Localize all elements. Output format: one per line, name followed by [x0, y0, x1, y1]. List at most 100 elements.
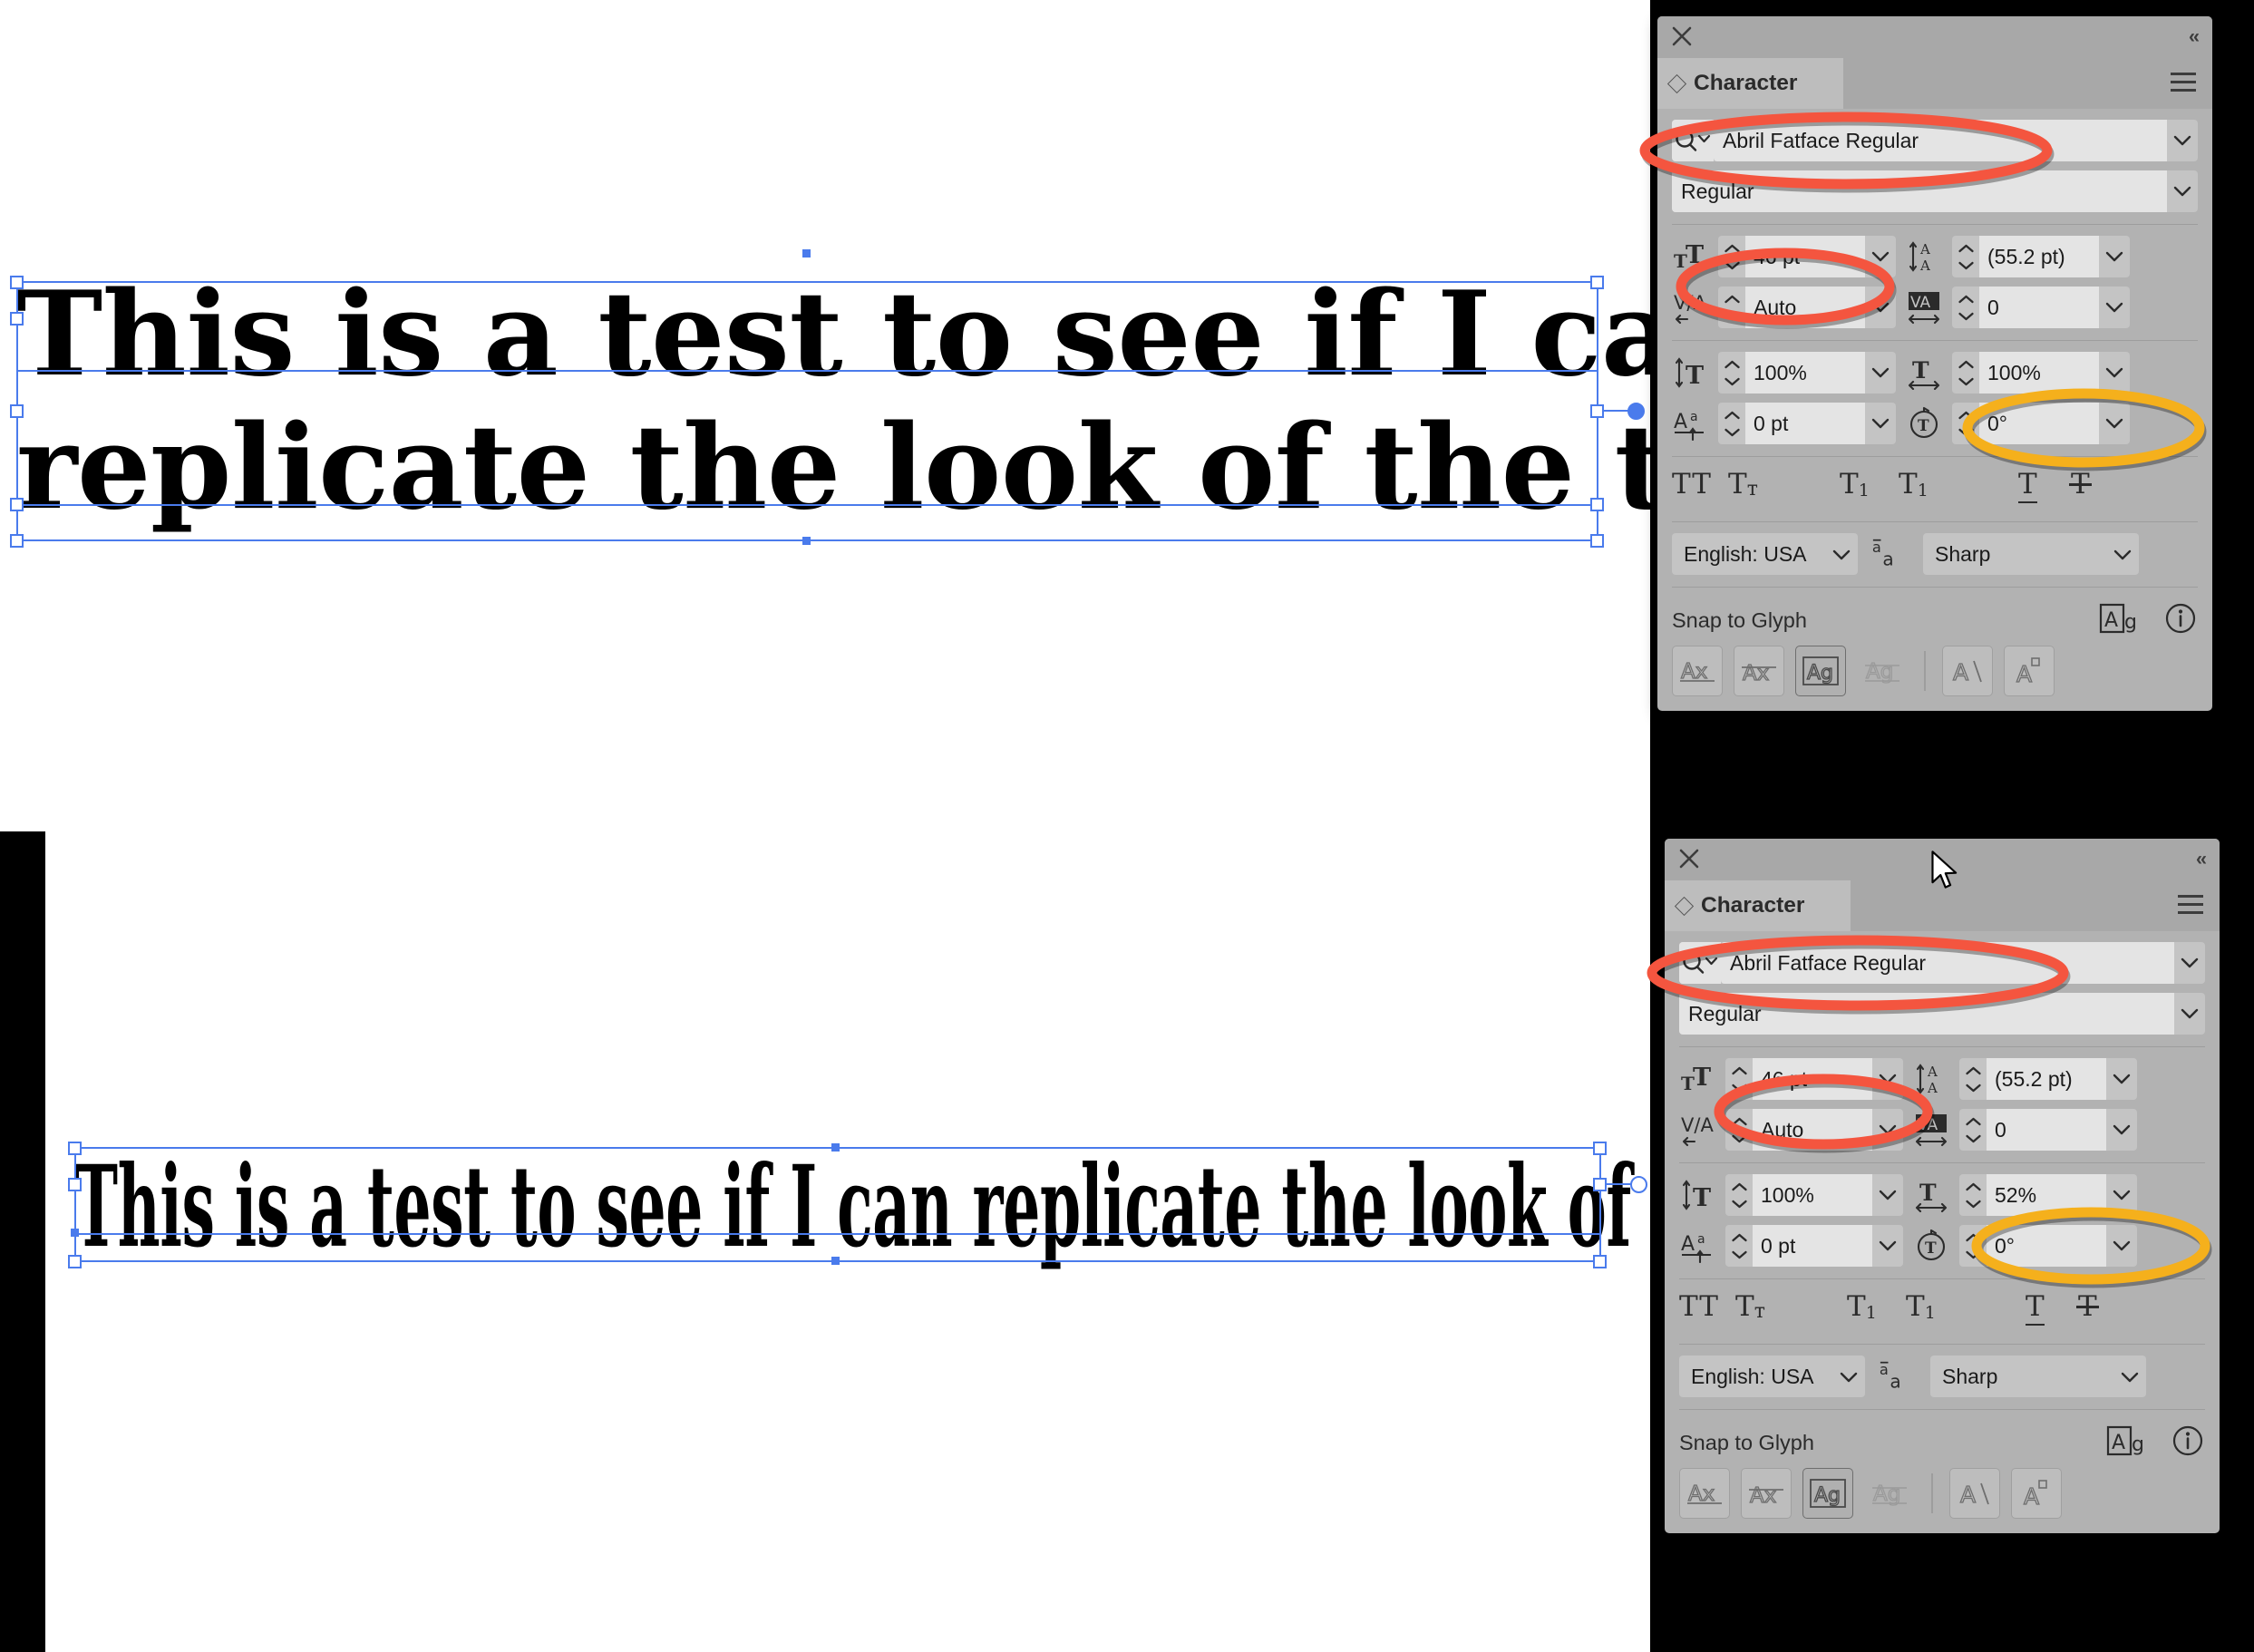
- panel-menu-icon[interactable]: [2171, 73, 2196, 97]
- vertical_scale-field[interactable]: T 100%: [1679, 1174, 1903, 1216]
- language-select[interactable]: English: USA: [1679, 1356, 1865, 1397]
- chevron-down-icon[interactable]: [2113, 542, 2132, 567]
- anti-aliasing-select[interactable]: Sharp: [1930, 1356, 2146, 1397]
- text-line-2[interactable]: replicate the look of the type.: [16, 410, 1929, 526]
- superscript-button[interactable]: T1: [1840, 468, 1870, 500]
- baseline_shift-value[interactable]: 0 pt: [1745, 403, 1865, 444]
- all-caps-button[interactable]: TT: [1672, 468, 1712, 500]
- chevron-down-icon[interactable]: [1872, 1190, 1903, 1201]
- character-panel-top[interactable]: ‹‹ Character Abril Fatface Regular Regular T…: [1657, 16, 2212, 711]
- stepper-control[interactable]: [1725, 1066, 1753, 1093]
- stepper-control[interactable]: [1718, 411, 1745, 437]
- chevron-down-icon[interactable]: [2099, 418, 2130, 430]
- selection-handle-bl[interactable]: [10, 534, 24, 548]
- search-icon[interactable]: [1672, 120, 1714, 161]
- chevron-down-icon[interactable]: [1872, 1124, 1903, 1136]
- stepper-control[interactable]: [1959, 1066, 1987, 1093]
- stepper-control[interactable]: [1959, 1182, 1987, 1209]
- baseline_shift-field[interactable]: Aa 0 pt: [1672, 403, 1896, 444]
- chevron-down-icon[interactable]: [1832, 542, 1851, 567]
- tracking-value[interactable]: 0: [1987, 1109, 2106, 1151]
- baseline_shift-value[interactable]: 0 pt: [1753, 1225, 1872, 1267]
- horizontal_scale-value[interactable]: 100%: [1979, 352, 2099, 394]
- kerning-value[interactable]: Auto: [1745, 287, 1865, 328]
- selection2-handle-tr[interactable]: [1593, 1142, 1607, 1155]
- strikethrough-button[interactable]: T: [2076, 1290, 2099, 1323]
- rotation-field[interactable]: T 0°: [1913, 1225, 2137, 1267]
- chevron-down-icon[interactable]: [1865, 418, 1896, 430]
- chevron-down-icon[interactable]: [2099, 251, 2130, 263]
- stepper-control[interactable]: [1718, 244, 1745, 270]
- font-family-value[interactable]: Abril Fatface Regular: [1714, 120, 2167, 161]
- anti-aliasing-select[interactable]: Sharp: [1923, 533, 2139, 575]
- font-family-field[interactable]: Abril Fatface Regular: [1672, 120, 2198, 161]
- chevron-down-icon[interactable]: [1872, 1240, 1903, 1252]
- chevron-down-icon[interactable]: [1865, 251, 1896, 263]
- selection2-handle-ml[interactable]: [68, 1178, 82, 1191]
- subscript-button[interactable]: T1: [1899, 468, 1929, 500]
- font_size-field[interactable]: T T 46 pt: [1672, 236, 1896, 277]
- leading-value[interactable]: (55.2 pt): [1979, 236, 2099, 277]
- snap-point-button[interactable]: A: [2011, 1468, 2062, 1519]
- strikethrough-button[interactable]: T: [2069, 468, 2092, 500]
- selection-handle-bl-upper[interactable]: [10, 498, 24, 511]
- info-icon[interactable]: [2163, 601, 2198, 640]
- info-icon[interactable]: [2171, 1424, 2205, 1463]
- font-family-field[interactable]: Abril Fatface Regular: [1679, 942, 2205, 984]
- panel-menu-icon[interactable]: [2178, 895, 2203, 919]
- selection-handle-right-mid[interactable]: [1590, 404, 1604, 418]
- snap-xheight-button[interactable]: Ax: [1741, 1468, 1792, 1519]
- selection2-handle-mr[interactable]: [1593, 1178, 1607, 1191]
- horizontal_scale-value[interactable]: 52%: [1987, 1174, 2106, 1216]
- selection-handle-ml[interactable]: [10, 312, 24, 326]
- snap-baseline-button[interactable]: Ax: [1679, 1468, 1730, 1519]
- snap-embox-button[interactable]: Ag: [1802, 1468, 1853, 1519]
- font-style-field[interactable]: Regular: [1679, 993, 2205, 1035]
- selection-handle-tl[interactable]: [10, 276, 24, 289]
- selection2-handle-tl[interactable]: [68, 1142, 82, 1155]
- stepper-control[interactable]: [1725, 1117, 1753, 1143]
- collapse-panel-icon[interactable]: ‹‹: [2189, 27, 2200, 46]
- stepper-control[interactable]: [1952, 411, 1979, 437]
- text-line-1[interactable]: This is a test to see if I can: [16, 277, 1760, 393]
- panel-titlebar[interactable]: ‹‹: [1665, 839, 2220, 880]
- selection-handle-br-upper[interactable]: [1590, 498, 1604, 511]
- font_size-value[interactable]: 46 pt: [1753, 1058, 1872, 1100]
- chevron-down-icon[interactable]: [2106, 1240, 2137, 1252]
- text-outport-1[interactable]: [1627, 403, 1645, 420]
- horizontal_scale-field[interactable]: T 52%: [1913, 1174, 2137, 1216]
- all-caps-button[interactable]: TT: [1679, 1290, 1719, 1323]
- snap-embox-button[interactable]: Ag: [1795, 646, 1846, 696]
- chevron-down-icon[interactable]: [2174, 957, 2205, 969]
- snap-angle-button[interactable]: A: [1942, 646, 1993, 696]
- stepper-control[interactable]: [1718, 360, 1745, 386]
- chevron-down-icon[interactable]: [2167, 135, 2198, 147]
- rotation-value[interactable]: 0°: [1979, 403, 2099, 444]
- snap-angle-button[interactable]: A: [1949, 1468, 2000, 1519]
- chevron-down-icon[interactable]: [1840, 1365, 1858, 1389]
- small-caps-button[interactable]: Tᴛ: [1728, 468, 1758, 500]
- collapse-panel-icon[interactable]: ‹‹: [2196, 850, 2207, 869]
- search-icon[interactable]: [1679, 942, 1721, 984]
- chevron-down-icon[interactable]: [2106, 1190, 2137, 1201]
- font-style-value[interactable]: Regular: [1672, 170, 2167, 212]
- font_size-value[interactable]: 46 pt: [1745, 236, 1865, 277]
- ag-preview-icon[interactable]: Ag: [2105, 1423, 2149, 1463]
- close-icon[interactable]: [1677, 847, 1701, 870]
- text-outport-2[interactable]: [1630, 1176, 1647, 1193]
- selection2-handle-br[interactable]: [1593, 1255, 1607, 1268]
- stepper-control[interactable]: [1718, 295, 1745, 321]
- tab-character[interactable]: Character: [1665, 880, 1851, 931]
- tracking-field[interactable]: VA 0: [1913, 1109, 2137, 1151]
- panel-titlebar[interactable]: ‹‹: [1657, 16, 2212, 58]
- chevron-down-icon[interactable]: [2099, 302, 2130, 314]
- baseline_shift-field[interactable]: Aa 0 pt: [1679, 1225, 1903, 1267]
- tracking-field[interactable]: VA 0: [1906, 287, 2130, 328]
- font_size-field[interactable]: T T 46 pt: [1679, 1058, 1903, 1100]
- underline-button[interactable]: T: [2018, 468, 2037, 503]
- stepper-control[interactable]: [1959, 1233, 1987, 1259]
- font-style-value[interactable]: Regular: [1679, 993, 2174, 1035]
- kerning-field[interactable]: V/A Auto: [1672, 287, 1896, 328]
- selection-handle-tr[interactable]: [1590, 276, 1604, 289]
- vertical_scale-field[interactable]: T 100%: [1672, 352, 1896, 394]
